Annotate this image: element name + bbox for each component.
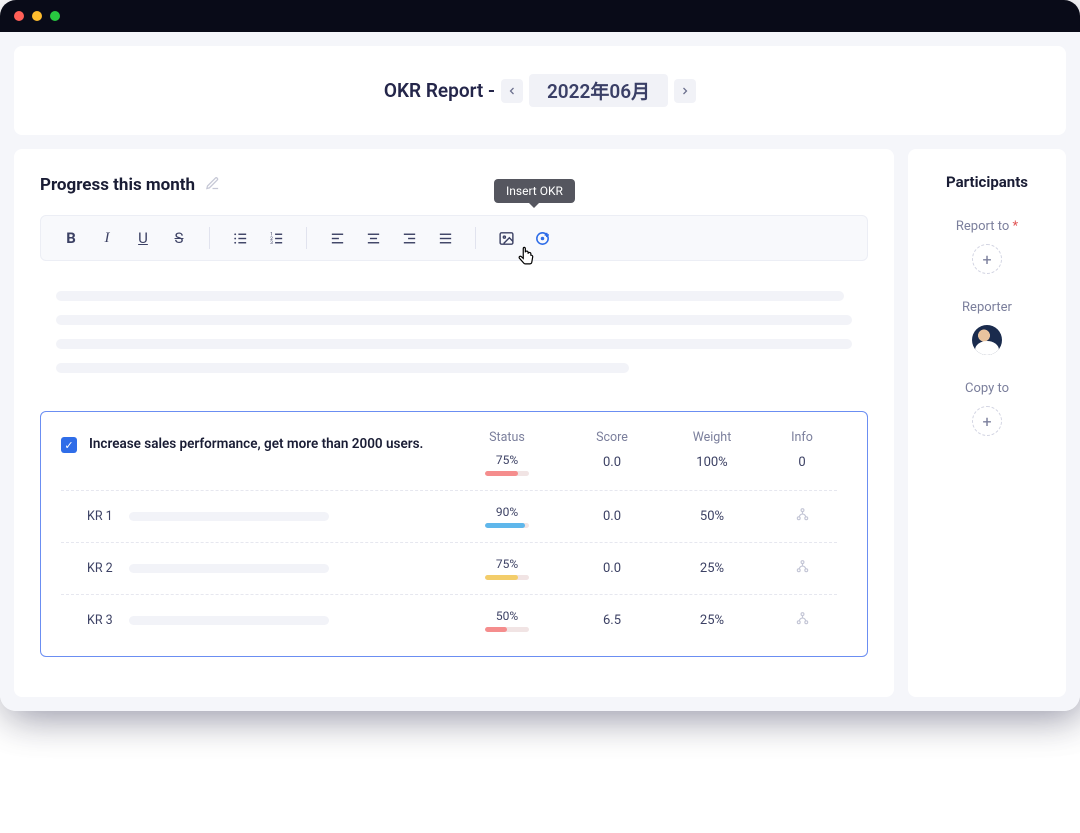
kr-row: KR 3 50% 6.5 25%: [61, 594, 837, 646]
skeleton-line: [56, 291, 844, 301]
skeleton-line: [56, 339, 852, 349]
window-close-dot[interactable]: [14, 11, 24, 21]
report-header: OKR Report - 2022年06月: [14, 46, 1066, 135]
kr-weight: 25%: [667, 613, 757, 628]
objective-info: 0: [767, 455, 837, 470]
col-header-info: Info: [767, 430, 837, 445]
objective-status-pct: 75%: [457, 453, 557, 467]
bold-button[interactable]: B: [55, 224, 87, 252]
kr-score: 0.0: [567, 561, 657, 576]
insert-okr-button[interactable]: [526, 224, 558, 252]
align-right-button[interactable]: [393, 224, 425, 252]
align-justify-icon: [437, 230, 454, 247]
tooltip-insert-okr: Insert OKR: [494, 179, 575, 203]
kr-title-placeholder: [129, 616, 329, 625]
numbered-list-button[interactable]: 123: [260, 224, 292, 252]
objective-status-bar: [485, 471, 529, 476]
objective-title: Increase sales performance, get more tha…: [89, 436, 423, 452]
image-icon: [498, 230, 515, 247]
kr-status-pct: 50%: [457, 609, 557, 623]
report-to-label: Report to *: [924, 219, 1050, 234]
kr-weight: 25%: [667, 561, 757, 576]
kr-status-pct: 75%: [457, 557, 557, 571]
reporter-avatar[interactable]: [972, 325, 1002, 355]
align-left-button[interactable]: [321, 224, 353, 252]
kr-score: 0.0: [567, 509, 657, 524]
kr-status-bar: [485, 523, 529, 528]
editor-content-placeholder[interactable]: [40, 261, 868, 411]
target-plus-icon: [534, 230, 551, 247]
align-justify-button[interactable]: [429, 224, 461, 252]
info-tree-icon: [795, 559, 810, 574]
align-right-icon: [401, 230, 418, 247]
kr-label: KR 1: [87, 509, 113, 524]
add-copy-to-button[interactable]: +: [972, 406, 1002, 436]
objective-checkbox[interactable]: ✓: [61, 437, 77, 453]
objective-score: 0.0: [567, 455, 657, 470]
kr-info-button[interactable]: [767, 507, 837, 526]
report-title-prefix: OKR Report -: [384, 79, 495, 102]
kr-label: KR 3: [87, 613, 113, 628]
add-report-to-button[interactable]: +: [972, 244, 1002, 274]
italic-button[interactable]: I: [91, 224, 123, 252]
editor-toolbar: B I U S 123: [40, 215, 868, 261]
kr-info-button[interactable]: [767, 559, 837, 578]
skeleton-line: [56, 315, 852, 325]
participants-panel: Participants Report to * + Reporter Copy…: [908, 149, 1066, 697]
window-minimize-dot[interactable]: [32, 11, 42, 21]
kr-title-placeholder: [129, 564, 329, 573]
window-zoom-dot[interactable]: [50, 11, 60, 21]
month-selector[interactable]: 2022年06月: [529, 74, 668, 107]
okr-block[interactable]: ✓ Increase sales performance, get more t…: [40, 411, 868, 657]
section-title: Progress this month: [40, 175, 195, 195]
progress-editor-card: Progress this month Insert OKR B I U S: [14, 149, 894, 697]
insert-image-button[interactable]: [490, 224, 522, 252]
participants-title: Participants: [924, 173, 1050, 191]
kr-status-bar: [485, 575, 529, 580]
kr-title-placeholder: [129, 512, 329, 521]
next-month-button[interactable]: [674, 79, 696, 103]
app-window: OKR Report - 2022年06月 Progress this mont…: [0, 0, 1080, 711]
kr-info-button[interactable]: [767, 611, 837, 630]
bullet-list-button[interactable]: [224, 224, 256, 252]
chevron-right-icon: [679, 85, 691, 97]
pencil-icon: [205, 176, 220, 191]
align-left-icon: [329, 230, 346, 247]
kr-label: KR 2: [87, 561, 113, 576]
bullet-list-icon: [232, 230, 249, 247]
reporter-label: Reporter: [924, 300, 1050, 315]
skeleton-line: [56, 363, 629, 373]
strikethrough-button[interactable]: S: [163, 224, 195, 252]
info-tree-icon: [795, 507, 810, 522]
numbered-list-icon: 123: [268, 230, 285, 247]
col-header-weight: Weight: [667, 430, 757, 445]
copy-to-label: Copy to: [924, 381, 1050, 396]
kr-status-bar: [485, 627, 529, 632]
info-tree-icon: [795, 611, 810, 626]
prev-month-button[interactable]: [501, 79, 523, 103]
toolbar-separator: [209, 227, 210, 249]
align-center-button[interactable]: [357, 224, 389, 252]
svg-text:3: 3: [270, 240, 273, 246]
kr-row: KR 2 75% 0.0 25%: [61, 542, 837, 594]
col-header-score: Score: [567, 430, 657, 445]
chevron-left-icon: [506, 85, 518, 97]
objective-weight: 100%: [667, 455, 757, 470]
kr-score: 6.5: [567, 613, 657, 628]
kr-weight: 50%: [667, 509, 757, 524]
toolbar-separator: [306, 227, 307, 249]
window-titlebar: [0, 0, 1080, 32]
toolbar-separator: [475, 227, 476, 249]
col-header-status: Status: [457, 430, 557, 445]
kr-row: KR 1 90% 0.0 50%: [61, 490, 837, 542]
kr-status-pct: 90%: [457, 505, 557, 519]
underline-button[interactable]: U: [127, 224, 159, 252]
edit-title-button[interactable]: [205, 176, 220, 195]
align-center-icon: [365, 230, 382, 247]
